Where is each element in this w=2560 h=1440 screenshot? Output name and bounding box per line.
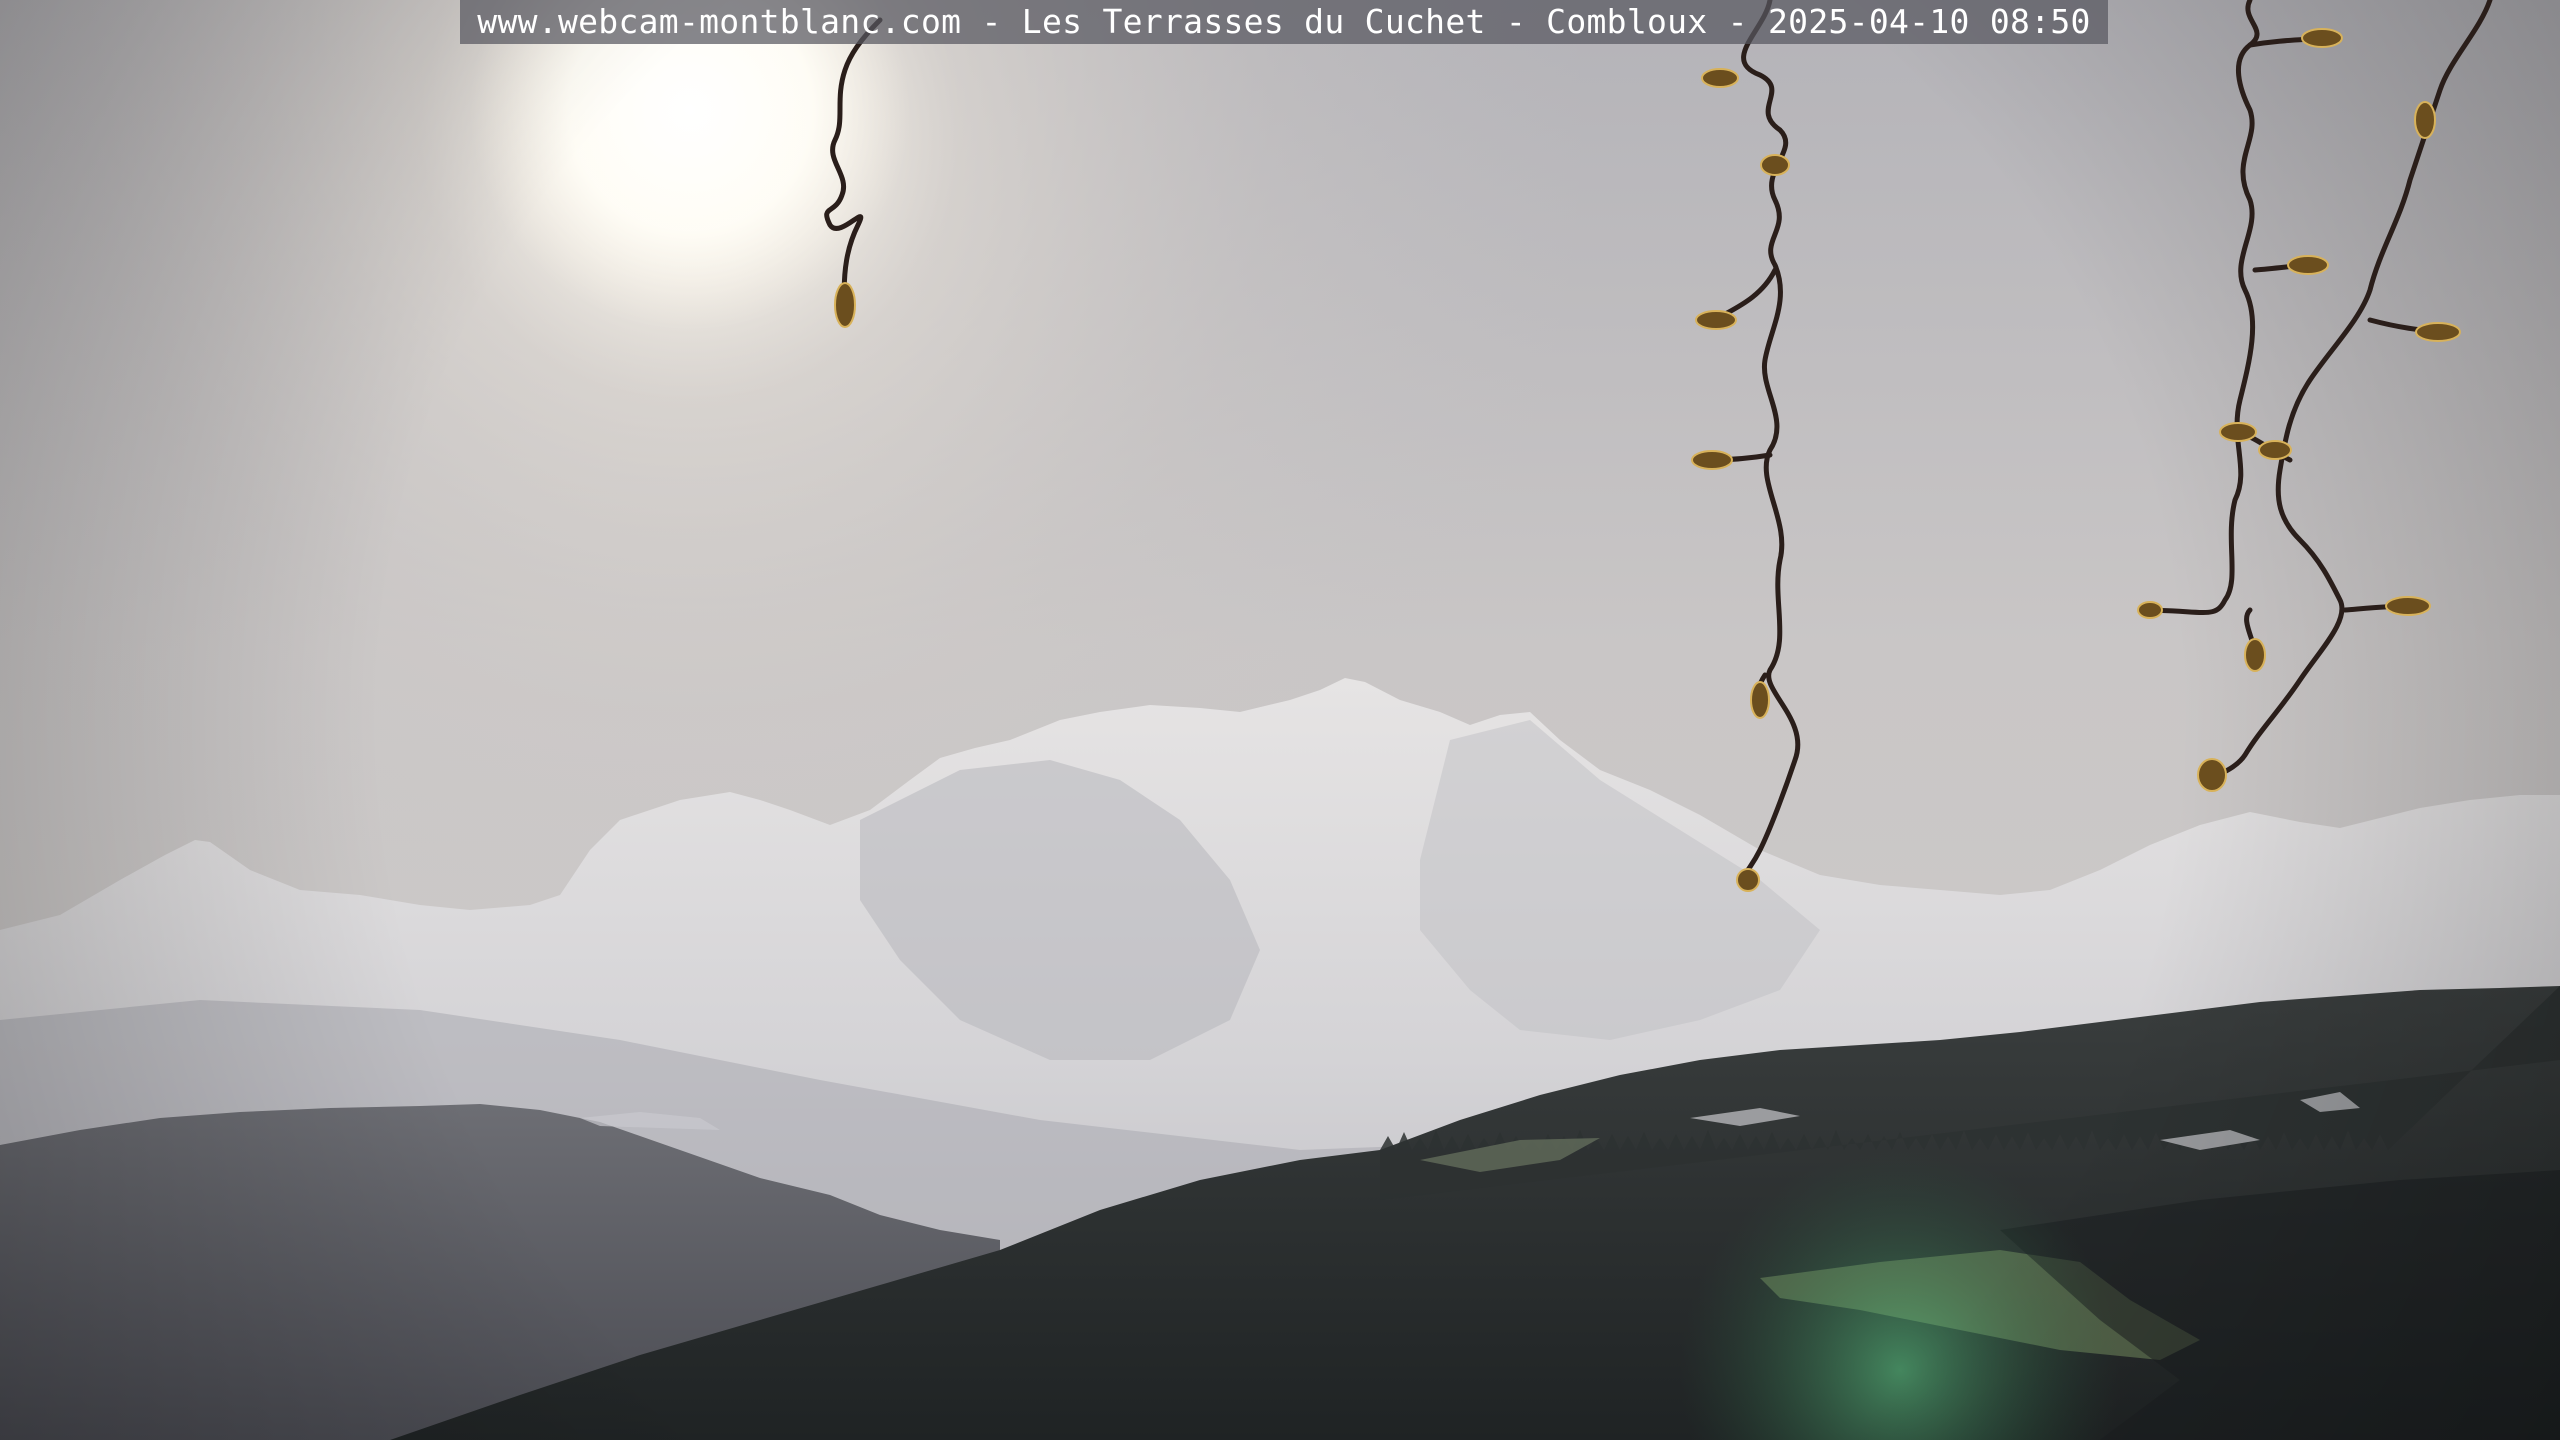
light-bulb [2414,101,2436,139]
light-bulb [2415,322,2461,342]
light-bulb [1691,450,1733,470]
light-bulb [1760,154,1790,176]
light-bulb [834,282,856,328]
landscape-photo [0,0,2560,1440]
vignette [0,0,2560,1440]
webcam-caption: www.webcam-montblanc.com - Les Terrasses… [460,0,2108,44]
webcam-scene: www.webcam-montblanc.com - Les Terrasses… [0,0,2560,1440]
light-bulb [1695,310,1737,330]
light-bulb [1750,681,1770,719]
light-bulb [2385,596,2431,616]
light-bulb [2258,440,2292,460]
light-bulb [1736,868,1760,892]
light-bulb [2244,638,2266,672]
light-bulb [1701,68,1739,88]
light-bulb [2287,255,2329,275]
light-bulb [2301,28,2343,48]
light-bulb [2137,601,2163,619]
light-bulb [2219,422,2257,442]
light-bulb [2197,758,2227,792]
